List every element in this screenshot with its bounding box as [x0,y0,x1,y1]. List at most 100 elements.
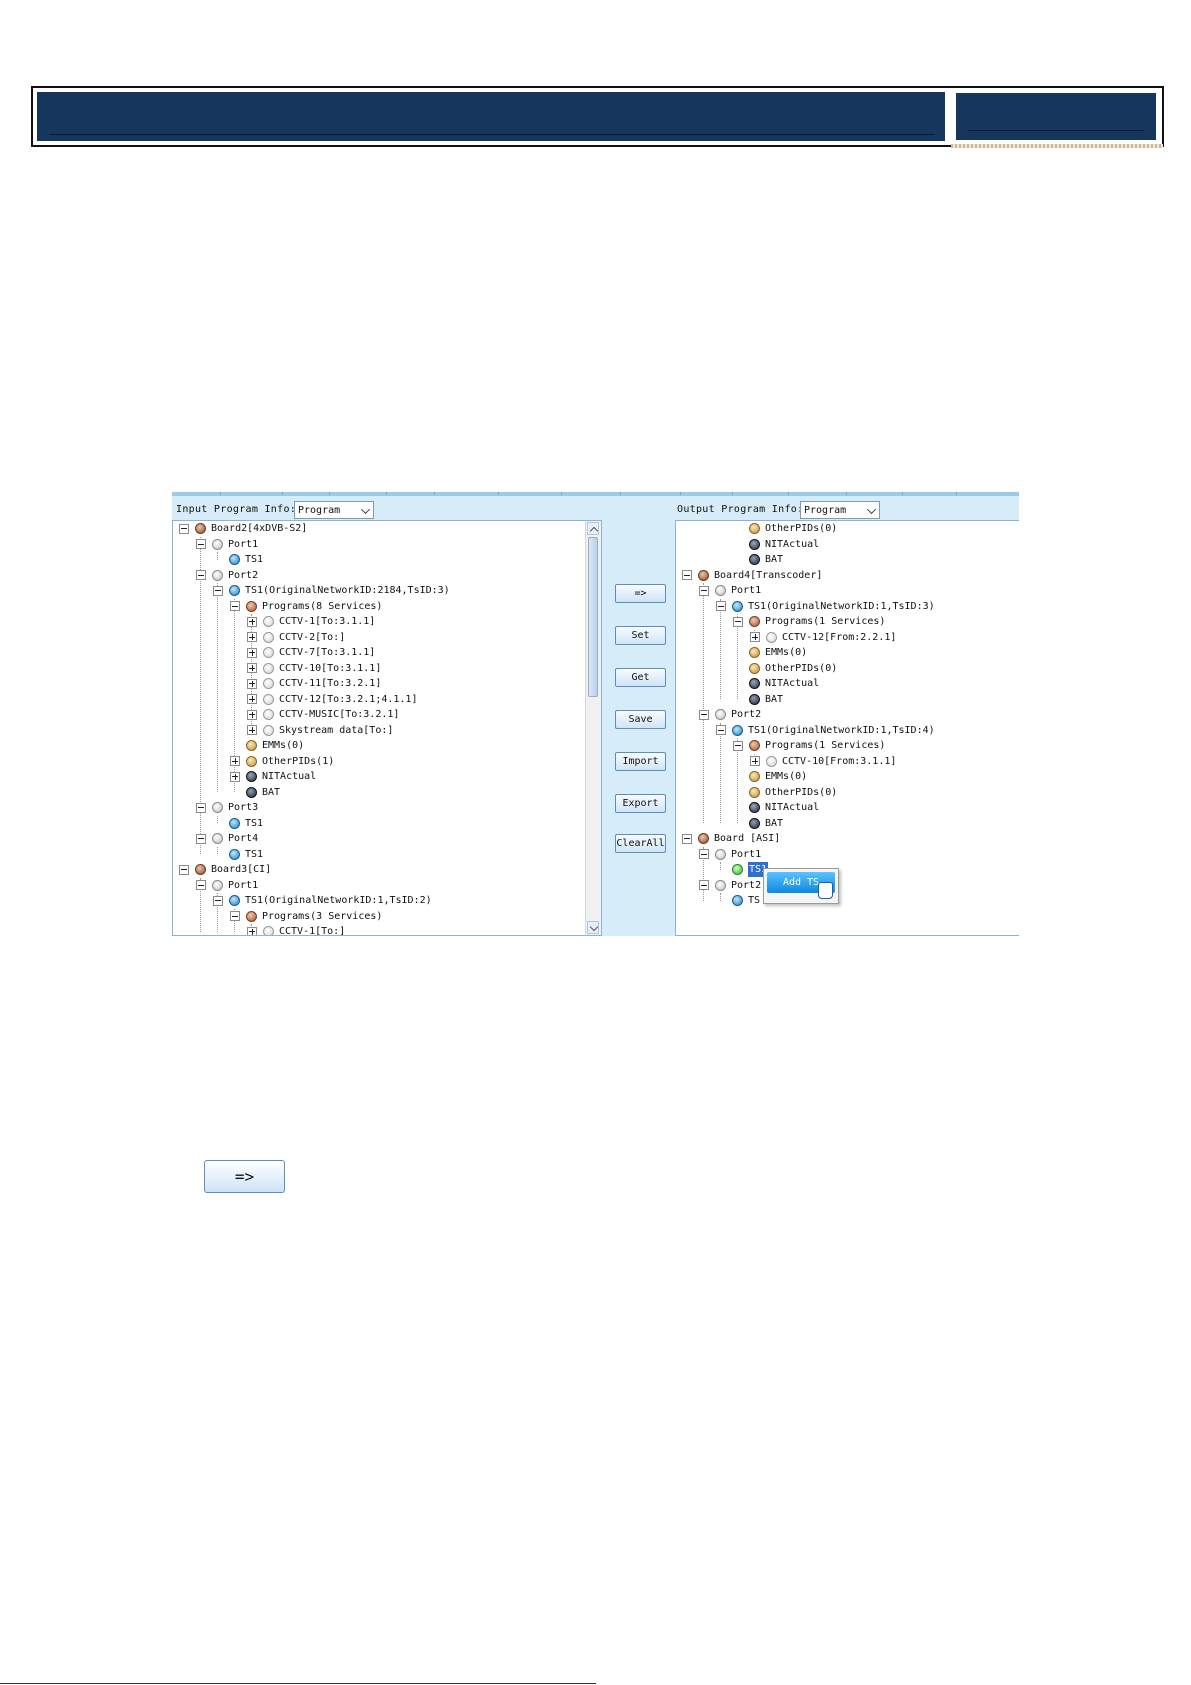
collapse-icon[interactable] [699,585,709,596]
expand-icon[interactable] [247,647,257,658]
tree-node[interactable]: Port2 [699,878,761,893]
collapse-icon[interactable] [196,880,206,890]
tree-node[interactable]: TS1 [213,552,263,567]
tree-node[interactable]: CCTV-MUSIC[To:3.2.1] [247,707,399,722]
tree-node[interactable]: EMMs(0) [230,738,304,753]
collapse-icon[interactable] [230,911,240,921]
tree-node[interactable]: OtherPIDs(0) [733,521,837,536]
collapse-icon[interactable] [733,616,743,627]
expand-icon[interactable] [247,926,257,935]
tree-node[interactable]: NITActual [733,800,819,815]
collapse-icon[interactable] [196,833,206,844]
tree-node[interactable]: OtherPIDs(1) [230,754,334,769]
tree-node[interactable]: OtherPIDs(0) [733,785,837,800]
tree-node[interactable]: Programs(8 Services) [230,599,382,614]
scrollbar-thumb[interactable] [588,537,598,697]
collapse-icon[interactable] [699,849,709,859]
clear-all-button[interactable]: ClearAll [615,834,666,853]
tree-node[interactable]: TS1 [213,816,263,831]
tree-node[interactable]: CCTV-10[To:3.1.1] [247,661,381,676]
expand-icon[interactable] [230,756,240,766]
tree-node[interactable]: Board4[Transcoder] [682,568,822,583]
get-button[interactable]: Get [615,668,666,687]
scroll-up-button[interactable] [587,522,599,536]
tree-node[interactable]: TS1(OriginalNetworkID:1,TsID:3) [716,599,935,614]
expand-icon[interactable] [247,632,257,642]
tree-node[interactable]: CCTV-10[From:3.1.1] [750,754,896,769]
input-program-select[interactable]: Program [294,501,374,519]
expand-icon[interactable] [750,632,760,642]
input-program-tree-panel[interactable]: Board2[4xDVB-S2] Port1 TS1 Port2 TS1(Origina… [172,520,602,936]
tree-node[interactable]: Skystream data[To:] [247,723,393,738]
map-program-button-large[interactable]: => [204,1160,285,1193]
tree-node[interactable]: CCTV-1[To:] [247,924,345,935]
collapse-icon[interactable] [179,523,189,534]
set-button[interactable]: Set [615,626,666,645]
import-button[interactable]: Import [615,752,666,771]
collapse-icon[interactable] [682,833,692,844]
expand-icon[interactable] [247,725,257,735]
tree-node[interactable]: Port1 [196,878,258,893]
tree-node[interactable]: EMMs(0) [733,645,807,660]
tree-node[interactable]: Port1 [699,583,761,598]
output-program-tree-panel[interactable]: OtherPIDs(0) NITActual BAT Board4[Transcode… [675,520,1019,936]
collapse-icon[interactable] [196,539,206,549]
tree-node[interactable]: NITActual [733,537,819,552]
tree-node[interactable]: Board3[CI] [179,862,271,877]
tree-node[interactable]: CCTV-12[To:3.2.1;4.1.1] [247,692,417,707]
expand-icon[interactable] [247,694,257,704]
tree-node[interactable]: TS1 [213,847,263,862]
tree-node[interactable]: Port1 [699,847,761,862]
expand-icon[interactable] [230,771,240,782]
collapse-icon[interactable] [196,802,206,813]
expand-icon[interactable] [750,756,760,766]
collapse-icon[interactable] [733,740,743,751]
collapse-icon[interactable] [682,570,692,580]
output-program-tree[interactable]: OtherPIDs(0) NITActual BAT Board4[Transcode… [676,521,1019,935]
collapse-icon[interactable] [179,864,189,875]
expand-icon[interactable] [247,616,257,627]
collapse-icon[interactable] [699,709,709,720]
collapse-icon[interactable] [213,895,223,906]
tree-node[interactable]: Port1 [196,537,258,552]
tree-node[interactable]: TS1(OriginalNetworkID:2184,TsID:3) [213,583,450,598]
tree-node[interactable]: NITActual [230,769,316,784]
tree-node[interactable]: NITActual [733,676,819,691]
map-program-button[interactable]: => [615,584,666,603]
tree-node[interactable]: Port2 [196,568,258,583]
tree-node[interactable]: CCTV-7[To:3.1.1] [247,645,375,660]
tree-node[interactable]: CCTV-11[To:3.2.1] [247,676,381,691]
tree-node[interactable]: TS [716,893,760,908]
tree-node[interactable]: CCTV-1[To:3.1.1] [247,614,375,629]
collapse-icon[interactable] [196,570,206,580]
tree-node[interactable]: Port3 [196,800,258,815]
tree-node[interactable]: CCTV-2[To:] [247,630,345,645]
tree-node[interactable]: TS1 [716,862,769,877]
tree-node[interactable]: BAT [733,816,783,831]
tree-node[interactable]: OtherPIDs(0) [733,661,837,676]
tree-node[interactable]: TS1(OriginalNetworkID:1,TsID:2) [213,893,432,908]
tree-node[interactable]: Port4 [196,831,258,846]
tree-node[interactable]: Board [ASI] [682,831,780,846]
input-program-tree[interactable]: Board2[4xDVB-S2] Port1 TS1 Port2 TS1(Origina… [173,521,601,935]
collapse-icon[interactable] [699,880,709,890]
tree-node[interactable]: BAT [733,692,783,707]
tree-node[interactable]: TS1(OriginalNetworkID:1,TsID:4) [716,723,935,738]
tree-node[interactable]: Programs(1 Services) [733,614,885,629]
tree-node[interactable]: BAT [733,552,783,567]
tree-node[interactable]: Programs(3 Services) [230,909,382,924]
expand-icon[interactable] [247,678,257,689]
tree-node[interactable]: Programs(1 Services) [733,738,885,753]
output-program-select[interactable]: Program [800,501,880,519]
tree-node[interactable]: EMMs(0) [733,769,807,784]
collapse-icon[interactable] [213,585,223,596]
tree-node[interactable]: Port2 [699,707,761,722]
expand-icon[interactable] [247,663,257,673]
collapse-icon[interactable] [716,601,726,611]
expand-icon[interactable] [247,709,257,720]
tree-node[interactable]: CCTV-12[From:2.2.1] [750,630,896,645]
save-button[interactable]: Save [615,710,666,729]
input-tree-scrollbar[interactable] [585,521,601,935]
scroll-down-button[interactable] [587,921,599,934]
tree-node[interactable]: Board2[4xDVB-S2] [179,521,307,536]
